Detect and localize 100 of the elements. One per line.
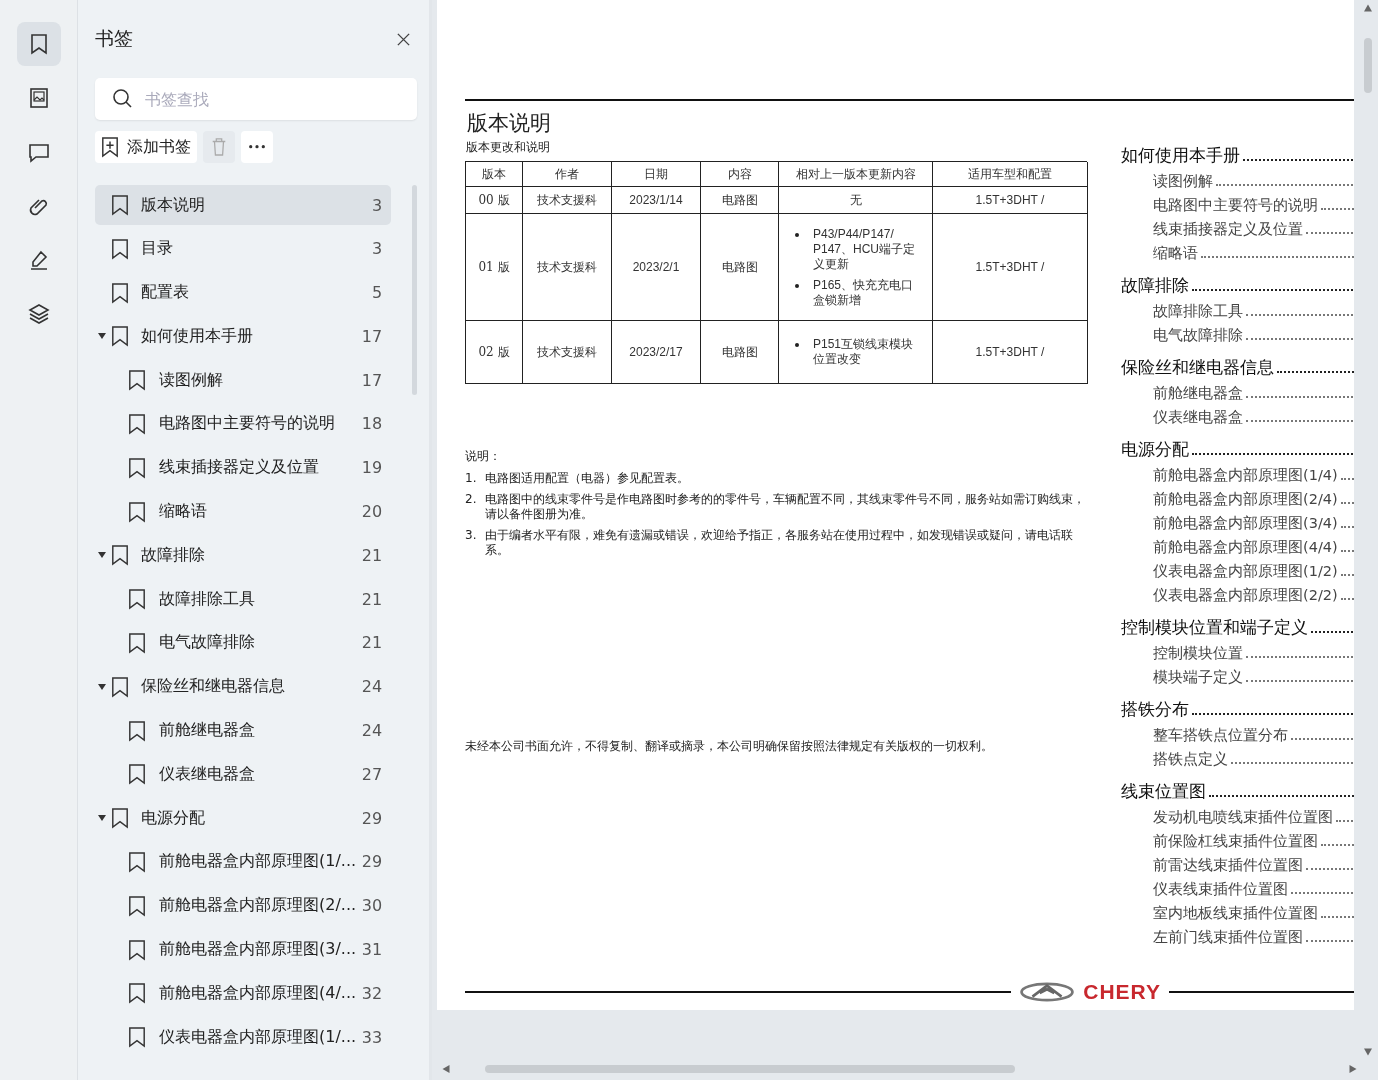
bookmark-label: 线束插接器定义及位置 bbox=[159, 457, 320, 479]
bookmark-item[interactable]: 电路图中主要符号的说明 18 bbox=[95, 404, 392, 444]
copyright-text: 未经本公司书面允许，不得复制、翻译或摘录，本公司明确保留按照法律规定有关版权的一切权利。 bbox=[465, 738, 994, 755]
toc-entry: 电气故障排除 bbox=[1153, 326, 1243, 345]
bookmark-item[interactable]: 线束插接器定义及位置 19 bbox=[95, 447, 392, 488]
bookmark-label: 前舱电器盒内部原理图(1/... bbox=[159, 851, 358, 873]
toc-entry: 前舱继电器盒 bbox=[1153, 384, 1243, 403]
scroll-down-icon[interactable] bbox=[1363, 1048, 1372, 1056]
bookmark-icon bbox=[128, 500, 146, 523]
bookmark-label: 前舱继电器盒 bbox=[159, 720, 256, 742]
bookmark-item[interactable]: 前舱电器盒内部原理图(2/... 30 bbox=[95, 885, 392, 926]
caret-icon[interactable] bbox=[98, 814, 106, 823]
table-cell: 技术支援科 bbox=[523, 214, 612, 321]
bookmark-item[interactable]: 故障排除工具 21 bbox=[95, 579, 392, 620]
bookmark-label: 读图例解 bbox=[159, 369, 224, 391]
bookmark-icon bbox=[111, 544, 129, 567]
bookmark-item[interactable]: 电气故障排除 21 bbox=[95, 622, 392, 663]
bookmark-label: 前舱电器盒内部原理图(2/... bbox=[159, 895, 358, 917]
toc-entry: 线束插接器定义及位置 bbox=[1153, 220, 1303, 239]
bookmark-plus-icon bbox=[101, 136, 119, 158]
page-number: 18 bbox=[361, 414, 383, 434]
caret-icon[interactable] bbox=[98, 551, 106, 560]
toc-entry: 室内地板线束插件位置图 bbox=[1153, 904, 1318, 923]
page-number: 33 bbox=[361, 1027, 383, 1047]
page-number: 17 bbox=[361, 370, 383, 390]
bookmark-item[interactable]: 前舱电器盒内部原理图(1/... 29 bbox=[95, 841, 392, 882]
note-text: 电路图中的线束零件号是作电路图时参考的的零件号，车辆配置不同，其线束零件号不同，服务站如需订购线束，请以备件图册为准。 bbox=[485, 492, 1086, 522]
table-cell: 1.5T+3DHT / bbox=[933, 187, 1088, 214]
toc-entry: 仪表电器盒内部原理图(2/2) bbox=[1153, 586, 1338, 605]
bullet-icon bbox=[795, 343, 799, 347]
bookmark-label: 电气故障排除 bbox=[159, 632, 256, 654]
bookmark-icon bbox=[111, 325, 129, 348]
bookmark-icon bbox=[128, 588, 146, 611]
table-cell: 无 bbox=[779, 187, 933, 214]
toc-entry: 仪表继电器盒 bbox=[1153, 408, 1243, 427]
bookmark-icon bbox=[128, 763, 146, 786]
page-subtitle: 版本更改和说明 bbox=[466, 139, 551, 156]
bookmark-item[interactable]: 缩略语 20 bbox=[95, 491, 392, 532]
scrollbar[interactable] bbox=[484, 1065, 1015, 1073]
toc-heading: 保险丝和继电器信息 bbox=[1121, 356, 1274, 379]
bookmark-label: 故障排除工具 bbox=[159, 588, 256, 610]
bookmark-label: 目录 bbox=[141, 238, 174, 260]
scrollbar[interactable] bbox=[1363, 38, 1372, 93]
bookmark-item[interactable]: 仪表继电器盒 27 bbox=[95, 754, 392, 795]
more-button[interactable] bbox=[241, 131, 273, 163]
caret-icon[interactable] bbox=[98, 682, 106, 691]
bookmark-item[interactable]: 前舱电器盒内部原理图(4/... 32 bbox=[95, 973, 392, 1014]
bookmark-label: 版本说明 bbox=[141, 194, 206, 216]
note-text: 由于编者水平有限，难免有遗漏或错误，欢迎给予指正，各服务站在使用过程中，如发现错误或疑问，请电话联系。 bbox=[485, 528, 1074, 558]
page-number: 27 bbox=[361, 764, 383, 784]
bookmark-icon bbox=[128, 894, 146, 917]
bookmark-item[interactable]: 故障排除 21 bbox=[95, 535, 392, 576]
bookmark-item[interactable]: 配置表 5 bbox=[95, 272, 392, 313]
toc-entry: 模块端子定义 bbox=[1153, 668, 1243, 687]
bookmark-item[interactable]: 前舱继电器盒 24 bbox=[95, 710, 392, 751]
scrollbar[interactable] bbox=[412, 185, 417, 395]
table-cell: 技术支援科 bbox=[523, 321, 612, 384]
panel-title: 书签 bbox=[95, 26, 133, 51]
scroll-right-icon[interactable] bbox=[1349, 1065, 1357, 1073]
page-number: 29 bbox=[361, 808, 383, 828]
rail-button[interactable] bbox=[16, 22, 61, 66]
scroll-up-icon[interactable] bbox=[1363, 4, 1372, 12]
toc-entry: 仪表电器盒内部原理图(1/2) bbox=[1153, 562, 1338, 581]
bookmark-item[interactable]: 保险丝和继电器信息 24 bbox=[95, 666, 392, 707]
toc-entry: 读图例解 bbox=[1153, 172, 1213, 191]
search-field[interactable]: 书签查找 bbox=[95, 78, 417, 120]
add-bookmark-button[interactable]: 添加书签 bbox=[95, 131, 197, 163]
toc-entry: 控制模块位置 bbox=[1153, 644, 1243, 663]
table-cell: 电路图 bbox=[701, 321, 779, 384]
bookmark-item[interactable]: 电源分配 29 bbox=[95, 798, 392, 839]
note-number: 1. bbox=[465, 471, 477, 486]
scroll-left-icon[interactable] bbox=[442, 1065, 450, 1073]
bookmark-icon bbox=[111, 237, 129, 260]
bookmark-item[interactable]: 版本说明 3 bbox=[95, 185, 392, 225]
close-icon[interactable] bbox=[396, 31, 411, 47]
caret-icon[interactable] bbox=[98, 332, 106, 341]
bookmark-label: 电路图中主要符号的说明 bbox=[159, 413, 336, 435]
bookmark-item[interactable]: 读图例解 17 bbox=[95, 360, 392, 401]
bookmark-label: 电源分配 bbox=[141, 807, 206, 829]
toc-entry: 前舱电器盒内部原理图(4/4) bbox=[1153, 538, 1338, 557]
bookmark-item[interactable]: 前舱电器盒内部原理图(3/... 31 bbox=[95, 929, 392, 970]
bookmark-icon bbox=[128, 456, 146, 479]
bookmark-label: 前舱电器盒内部原理图(3/... bbox=[159, 939, 358, 961]
column-header: 版本 bbox=[466, 162, 523, 187]
bookmark-item[interactable]: 目录 3 bbox=[95, 228, 392, 269]
bookmark-item[interactable]: 仪表电器盒内部原理图(1/... 33 bbox=[95, 1017, 392, 1058]
bookmark-item[interactable]: 如何使用本手册 17 bbox=[95, 316, 392, 357]
brand-logo-text: CHERY bbox=[1083, 980, 1161, 1004]
page-number: 20 bbox=[361, 502, 383, 522]
bookmark-label: 保险丝和继电器信息 bbox=[141, 676, 286, 698]
bookmark-label: 缩略语 bbox=[159, 501, 208, 523]
column-header: 内容 bbox=[701, 162, 779, 187]
toc-heading: 控制模块位置和端子定义 bbox=[1121, 616, 1308, 639]
note-text: 电路图适用配置（电器）参见配置表。 bbox=[485, 471, 689, 486]
toc-entry: 电路图中主要符号的说明 bbox=[1153, 196, 1318, 215]
page-number: 21 bbox=[361, 633, 383, 653]
bullet-icon bbox=[795, 283, 799, 288]
bookmark-icon bbox=[128, 982, 146, 1005]
table-cell: 电路图 bbox=[701, 214, 779, 321]
table-cell: 2023/2/17 bbox=[612, 321, 701, 384]
